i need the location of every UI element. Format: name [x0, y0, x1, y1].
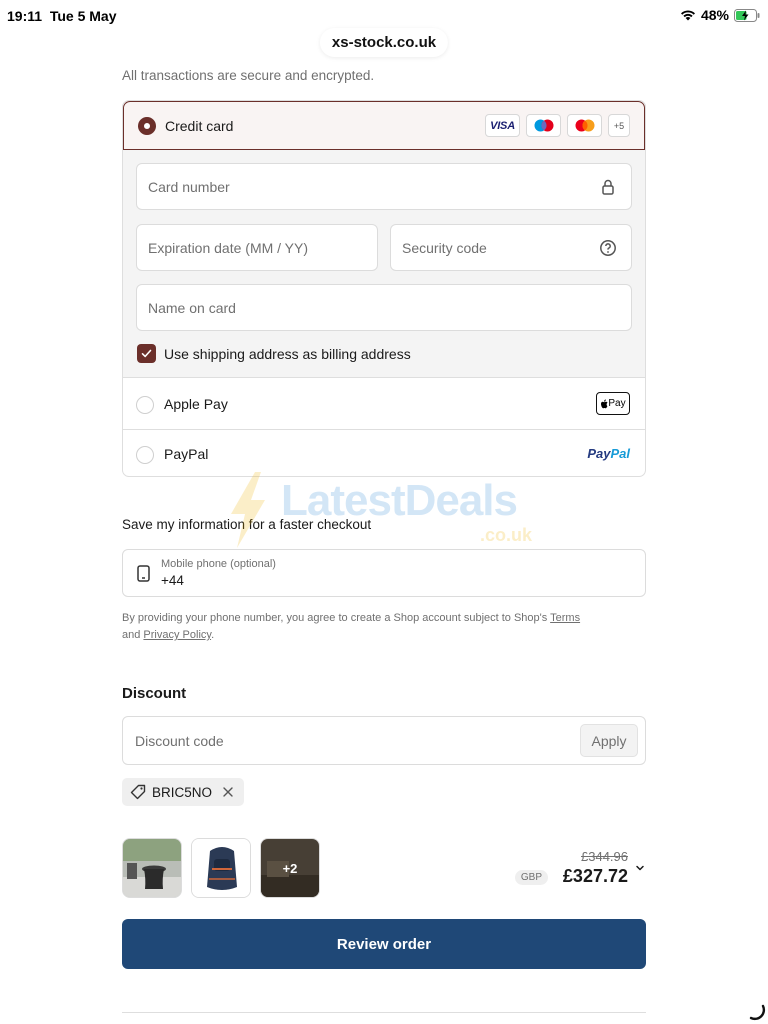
apply-discount-button[interactable]: Apply — [580, 724, 638, 757]
discount-code-value: BRIC5NO — [152, 784, 213, 800]
mobile-phone-field[interactable]: Mobile phone (optional) +44 — [122, 549, 646, 597]
name-on-card-field[interactable]: Name on card — [136, 284, 632, 331]
loading-spinner-icon — [749, 1004, 766, 1021]
apple-pay-option[interactable]: Apple Pay Pay — [123, 378, 645, 430]
legal-text: By providing your phone number, you agre… — [122, 612, 581, 641]
order-total[interactable]: £344.96 GBP £327.72 — [446, 848, 646, 898]
product-thumbnail-more: +2 — [260, 838, 320, 898]
apple-pay-label: Apple Pay — [164, 396, 228, 412]
battery-charging-icon — [734, 8, 760, 22]
status-bar: 19:11 Tue 5 May 48% — [0, 0, 768, 30]
order-item-thumbnails[interactable]: +2 — [122, 838, 320, 898]
more-items-count: +2 — [261, 839, 319, 897]
checkmark-icon — [141, 349, 152, 358]
applied-discount-chip: BRIC5NO — [122, 778, 245, 806]
watermark: LatestDeals .co.uk — [225, 470, 555, 560]
save-info-title: Save my information for a faster checkou… — [122, 517, 372, 532]
card-logos: VISA +5 — [485, 114, 630, 137]
url-bar[interactable]: xs-stock.co.uk — [319, 28, 449, 57]
secure-note: All transactions are secure and encrypte… — [122, 68, 375, 83]
credit-card-form: Card number Expiration date (MM / YY) Se… — [123, 150, 645, 378]
product-thumbnail-table — [122, 838, 182, 898]
apple-pay-badge: Pay — [596, 392, 630, 415]
paypal-option[interactable]: PayPal PayPal — [123, 430, 645, 476]
product-thumbnail-backpack — [191, 838, 251, 898]
expiration-date-field[interactable]: Expiration date (MM / YY) — [136, 224, 378, 271]
maestro-logo — [526, 114, 561, 137]
battery-percent: 48% — [700, 7, 729, 23]
mobile-phone-label: Mobile phone (optional) — [161, 558, 276, 570]
review-order-button[interactable]: Review order — [122, 919, 646, 969]
currency-badge: GBP — [514, 870, 548, 885]
paypal-logo: PayPal — [587, 446, 630, 461]
privacy-policy-link[interactable]: Privacy Policy — [143, 629, 211, 641]
phone-icon — [137, 565, 150, 582]
security-code-field[interactable]: Security code — [390, 224, 632, 271]
discount-code-field[interactable]: Discount code Apply — [122, 716, 646, 765]
mastercard-logo — [567, 114, 602, 137]
original-price: £344.96 — [581, 849, 628, 864]
credit-card-label: Credit card — [165, 118, 234, 134]
mobile-phone-value: +44 — [161, 573, 184, 588]
apple-pay-radio[interactable] — [136, 396, 154, 414]
card-number-field[interactable]: Card number — [136, 163, 632, 210]
lock-icon — [602, 179, 614, 195]
help-circle-icon[interactable] — [599, 239, 617, 257]
status-time: 19:11 Tue 5 May — [7, 8, 117, 24]
credit-card-option[interactable]: Credit card VISA +5 — [123, 101, 645, 150]
bottom-divider — [122, 1012, 646, 1013]
chevron-down-icon[interactable] — [634, 862, 646, 874]
terms-link[interactable]: Terms — [550, 612, 580, 624]
tag-icon — [130, 784, 146, 800]
visa-logo: VISA — [485, 114, 520, 137]
status-right: 48% — [680, 7, 760, 23]
lightning-bolt-icon — [231, 472, 265, 548]
remove-discount-icon[interactable] — [222, 786, 234, 798]
wifi-icon — [680, 10, 695, 21]
total-price: £327.72 — [562, 866, 628, 886]
more-cards-badge: +5 — [608, 114, 630, 137]
billing-address-label[interactable]: Use shipping address as billing address — [164, 346, 411, 362]
apple-icon — [601, 399, 608, 408]
paypal-radio[interactable] — [136, 446, 154, 464]
paypal-label: PayPal — [164, 446, 209, 462]
payment-methods: Credit card VISA +5 Card number Expirati… — [122, 100, 646, 477]
discount-title: Discount — [122, 685, 187, 702]
credit-card-radio[interactable] — [138, 117, 156, 135]
billing-address-checkbox[interactable] — [137, 344, 156, 363]
